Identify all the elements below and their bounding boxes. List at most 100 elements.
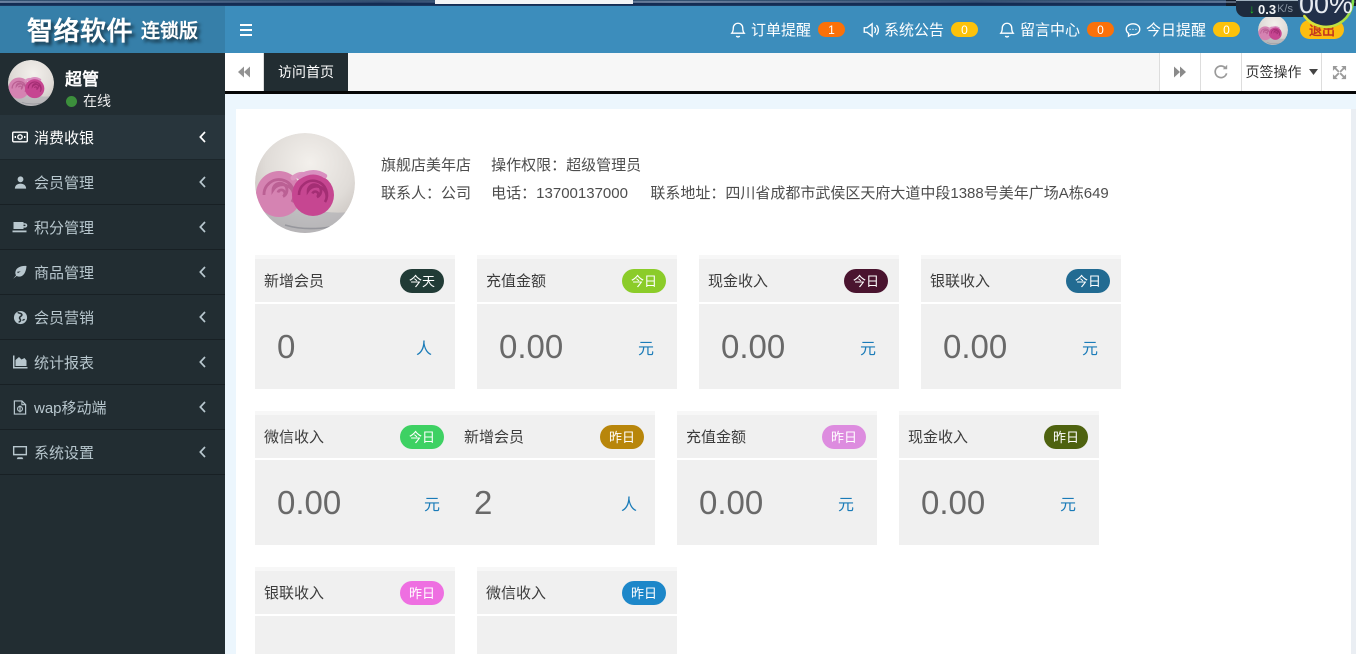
sidebar-toggle-button[interactable] bbox=[225, 6, 266, 53]
stat-label: 微信收入 bbox=[264, 429, 325, 446]
sidebar-item-2[interactable]: 会员管理 bbox=[0, 160, 225, 205]
stat-label: 银联收入 bbox=[264, 585, 325, 602]
sidebar-item-label: wap移动端 bbox=[34, 399, 107, 417]
stats-row-3: 银联收入 昨日 微信收入 昨日 bbox=[255, 567, 1351, 654]
stat-period-badge: 今日 bbox=[1065, 268, 1110, 293]
gauge-percent-text: 00% bbox=[1298, 0, 1354, 19]
logo-title: 智络软件 bbox=[26, 16, 133, 46]
network-speed-widget[interactable]: ↓ 0.3 K/s 00% bbox=[1236, 0, 1355, 29]
stat-card: 现金收入 今日 0.00 元 bbox=[699, 255, 899, 389]
speaker-icon bbox=[863, 21, 879, 38]
sidebar-item-label: 统计报表 bbox=[34, 354, 95, 372]
user-name: 超管 bbox=[65, 70, 99, 89]
sidebar-item-1[interactable]: 消费收银 bbox=[0, 115, 225, 160]
stat-period-badge: 今日 bbox=[399, 424, 444, 449]
stat-label: 银联收入 bbox=[930, 273, 991, 290]
nav-item-label: 订单提醒 bbox=[750, 22, 811, 39]
area-chart-icon bbox=[12, 354, 28, 370]
caret-down-icon bbox=[1308, 69, 1318, 75]
nav-item-today-reminder[interactable]: 今日提醒 0 bbox=[1124, 19, 1240, 40]
logo-edition: 连锁版 bbox=[141, 21, 199, 42]
tab-operations-label: 页签操作 bbox=[1245, 64, 1302, 80]
stat-value: 0.00 bbox=[921, 483, 986, 521]
stat-period-badge: 今天 bbox=[399, 268, 444, 293]
sidebar-item-label: 积分管理 bbox=[34, 219, 95, 237]
user-icon bbox=[12, 175, 28, 190]
network-speed-unit: K/s bbox=[1277, 3, 1293, 15]
stat-label: 现金收入 bbox=[908, 429, 969, 446]
nav-item-label: 系统公告 bbox=[883, 22, 944, 39]
hamburger-bar bbox=[239, 33, 252, 36]
sidebar-item-7[interactable]: wap移动端 bbox=[0, 385, 225, 430]
stat-unit: 元 bbox=[1059, 496, 1076, 514]
stat-value: 0.00 bbox=[277, 483, 342, 521]
tabs-scroll-right-button[interactable] bbox=[1159, 53, 1200, 91]
stat-label: 微信收入 bbox=[486, 585, 547, 602]
nav-item-label: 留言中心 bbox=[1019, 22, 1080, 39]
tabs-scroll-left-button[interactable] bbox=[225, 53, 264, 91]
stat-period-badge: 昨日 bbox=[821, 424, 866, 449]
nav-item-system-announcement[interactable]: 系统公告 0 bbox=[862, 19, 978, 40]
tab-home[interactable]: 访问首页 bbox=[264, 53, 348, 91]
hamburger-bar bbox=[239, 28, 252, 31]
browser-tab-sliver bbox=[435, 0, 633, 4]
speed-ball-gauge[interactable]: 00% bbox=[1296, 0, 1356, 30]
sidebar-item-4[interactable]: 商品管理 bbox=[0, 250, 225, 295]
refresh-tab-button[interactable] bbox=[1200, 53, 1241, 91]
bell-icon bbox=[730, 22, 746, 38]
stat-period-badge: 昨日 bbox=[599, 424, 644, 449]
chevron-left-icon bbox=[199, 311, 206, 323]
stat-label: 充值金额 bbox=[486, 273, 547, 290]
sidebar-item-label: 会员营销 bbox=[34, 309, 95, 327]
online-status-label: 在线 bbox=[83, 93, 111, 109]
fullscreen-button[interactable] bbox=[1321, 53, 1356, 91]
chevron-left-icon bbox=[199, 446, 206, 458]
sidebar-user-panel: 超管 在线 bbox=[0, 53, 225, 115]
user-avatar-small[interactable] bbox=[1258, 15, 1288, 45]
stat-label: 现金收入 bbox=[708, 273, 769, 290]
chevron-left-icon bbox=[199, 266, 206, 278]
stats-row-1: 新增会员 今天 0 人 充值金额 今日 0.00 元 现金收入 今日 0.00 元 银联收入 今日 0.00… bbox=[255, 255, 1351, 389]
store-info: 旗舰店美年店 操作权限：超级管理员 联系人：公司 电话：13700137000 … bbox=[381, 133, 1109, 233]
stat-period-badge: 昨日 bbox=[1043, 424, 1088, 449]
header-bar: 智络软件 连锁版 订单提醒 1 系统公告 0 留言中心 0 今日提醒 0 退出 bbox=[0, 6, 1356, 53]
stat-value: 2 bbox=[474, 483, 493, 521]
tab-bar-actions: 页签操作 bbox=[1159, 53, 1356, 91]
chevron-left-icon bbox=[199, 131, 206, 143]
stat-value: 0.00 bbox=[699, 483, 764, 521]
coffee-icon bbox=[12, 219, 28, 235]
notification-count-badge: 1 bbox=[817, 22, 845, 37]
sidebar-item-3[interactable]: 积分管理 bbox=[0, 205, 225, 250]
chevron-left-icon bbox=[199, 401, 206, 413]
sidebar-item-8[interactable]: 系统设置 bbox=[0, 430, 225, 475]
stats-row-2: 微信收入 今日 新增会员 昨日 0.00 元 2 人 充值金额 昨日 0.00 元 现金收入 昨日 0.00… bbox=[255, 411, 1351, 545]
stat-period-badge: 今日 bbox=[843, 268, 888, 293]
nav-item-message-center[interactable]: 留言中心 0 bbox=[998, 19, 1114, 40]
network-speed-value: 0.3 bbox=[1258, 1, 1277, 17]
sidebar-item-6[interactable]: 统计报表 bbox=[0, 340, 225, 385]
stat-unit: 元 bbox=[837, 496, 854, 514]
stat-period-badge: 今日 bbox=[621, 268, 666, 293]
sidebar-item-label: 商品管理 bbox=[34, 264, 95, 282]
chevron-left-icon bbox=[199, 176, 206, 188]
bell-icon bbox=[999, 22, 1015, 38]
sidebar-item-label: 会员管理 bbox=[34, 174, 95, 192]
user-avatar-large[interactable] bbox=[8, 60, 54, 106]
notification-count-badge: 0 bbox=[1086, 22, 1114, 37]
stat-unit: 元 bbox=[859, 340, 876, 358]
nav-item-label: 今日提醒 bbox=[1145, 22, 1206, 39]
tab-bar: 访问首页 页签操作 bbox=[225, 53, 1356, 94]
app-logo[interactable]: 智络软件 连锁版 bbox=[0, 6, 225, 53]
dashboard-panel: 旗舰店美年店 操作权限：超级管理员 联系人：公司 电话：13700137000 … bbox=[236, 109, 1351, 654]
store-contact: 联系人：公司 bbox=[381, 185, 472, 202]
sidebar: 超管 在线 消费收银会员管理积分管理商品管理会员营销统计报表 wap移动端系统设置 bbox=[0, 53, 225, 654]
hamburger-bar bbox=[239, 23, 252, 26]
expand-arrows-icon bbox=[1332, 65, 1346, 79]
tab-operations-dropdown[interactable]: 页签操作 bbox=[1241, 53, 1321, 91]
stat-card: 微信收入 昨日 bbox=[477, 567, 677, 654]
nav-item-order-reminder[interactable]: 订单提醒 1 bbox=[729, 19, 845, 40]
stat-label: 新增会员 bbox=[464, 429, 525, 446]
stat-card: 新增会员 今天 0 人 bbox=[255, 255, 455, 389]
store-profile: 旗舰店美年店 操作权限：超级管理员 联系人：公司 电话：13700137000 … bbox=[255, 133, 1351, 233]
sidebar-item-5[interactable]: 会员营销 bbox=[0, 295, 225, 340]
